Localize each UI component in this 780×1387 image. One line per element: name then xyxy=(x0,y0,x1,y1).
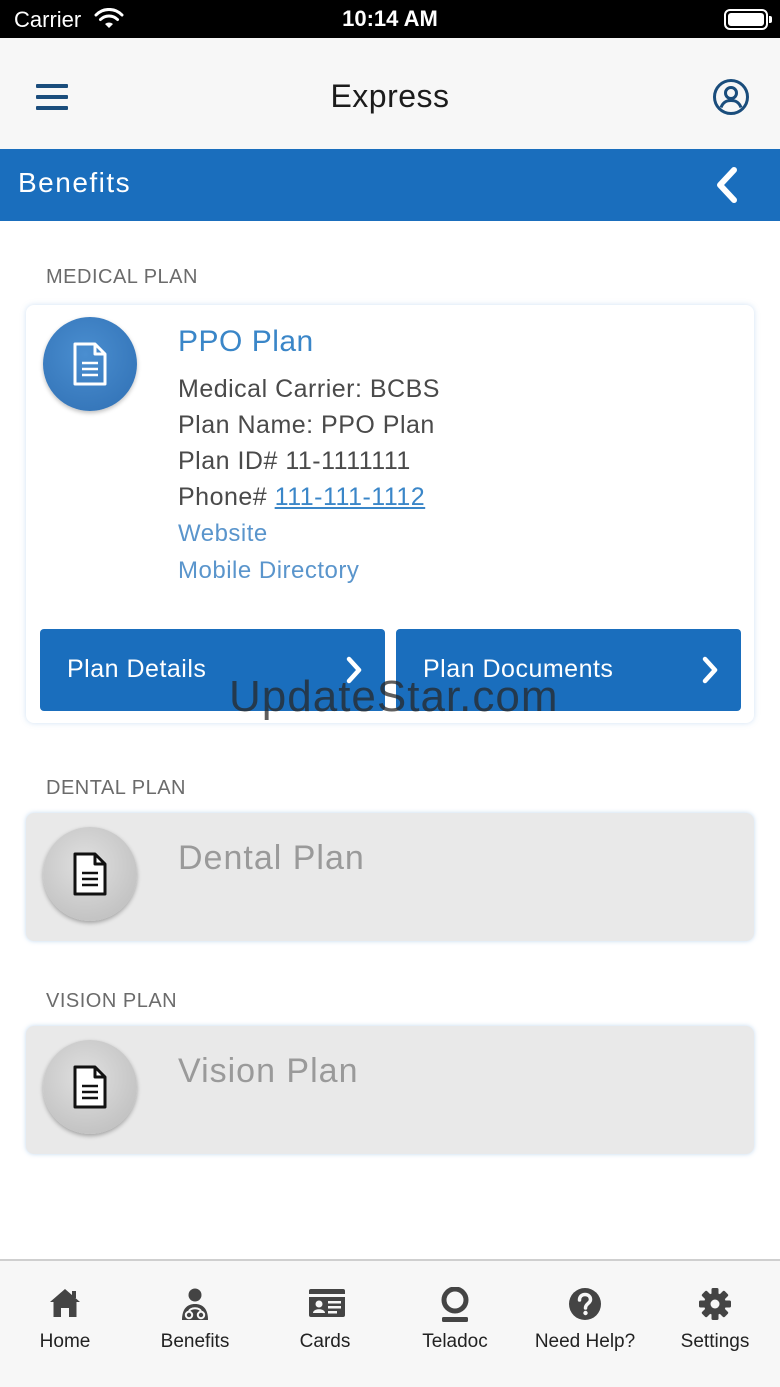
tab-settings[interactable]: Settings xyxy=(650,1261,780,1387)
tab-label: Home xyxy=(39,1331,91,1352)
chevron-left-icon[interactable] xyxy=(712,165,742,205)
dental-plan-title: Dental Plan xyxy=(178,839,365,877)
medical-carrier: Medical Carrier: BCBS xyxy=(178,375,440,403)
plan-name: Plan Name: PPO Plan xyxy=(178,411,435,439)
home-icon xyxy=(50,1289,80,1317)
plan-documents-button[interactable]: Plan Documents xyxy=(396,629,741,711)
tab-label: Benefits xyxy=(160,1331,230,1352)
app-header: Express xyxy=(0,38,780,149)
vision-plan-card[interactable]: Vision Plan xyxy=(26,1026,754,1154)
medical-plan-label: MEDICAL PLAN xyxy=(46,266,198,288)
profile-icon[interactable] xyxy=(712,78,750,116)
page-title: Benefits xyxy=(18,167,132,198)
tab-need-help[interactable]: Need Help? xyxy=(520,1261,650,1387)
plan-avatar xyxy=(43,827,137,921)
plan-details-label: Plan Details xyxy=(67,655,207,683)
benefits-icon xyxy=(182,1288,208,1320)
tab-label: Need Help? xyxy=(534,1331,636,1352)
tab-label: Settings xyxy=(680,1331,750,1352)
chevron-right-icon xyxy=(346,656,362,684)
gear-icon xyxy=(699,1288,731,1320)
plan-avatar xyxy=(43,317,137,411)
status-bar: Carrier 10:14 AM xyxy=(0,0,780,38)
dental-plan-card[interactable]: Dental Plan xyxy=(26,813,754,941)
battery-icon xyxy=(724,9,772,30)
chevron-right-icon xyxy=(702,656,718,684)
tab-label: Teladoc xyxy=(422,1331,488,1352)
tab-label: Cards xyxy=(299,1331,351,1352)
medical-plan-card: PPO Plan Medical Carrier: BCBS Plan Name… xyxy=(26,305,754,723)
cards-icon xyxy=(309,1289,345,1317)
document-icon xyxy=(73,342,107,386)
mobile-directory-link[interactable]: Mobile Directory xyxy=(178,557,359,585)
status-time: 10:14 AM xyxy=(342,6,438,31)
tab-home[interactable]: Home xyxy=(0,1261,130,1387)
app-title: Express xyxy=(330,78,450,114)
plan-documents-label: Plan Documents xyxy=(423,655,614,683)
plan-title: PPO Plan xyxy=(178,325,314,358)
document-icon xyxy=(73,1065,107,1109)
plan-details-button[interactable]: Plan Details xyxy=(40,629,385,711)
phone-row: Phone# 111-111-1112 xyxy=(178,483,425,512)
plan-id: Plan ID# 11-1111111 xyxy=(178,447,411,475)
vision-plan-title: Vision Plan xyxy=(178,1052,359,1090)
phone-link[interactable]: 111-111-1112 xyxy=(275,483,426,511)
document-icon xyxy=(73,852,107,896)
teladoc-icon xyxy=(441,1287,469,1322)
tab-benefits[interactable]: Benefits xyxy=(130,1261,260,1387)
plan-avatar xyxy=(43,1040,137,1134)
help-icon xyxy=(569,1288,601,1320)
tab-cards[interactable]: Cards xyxy=(260,1261,390,1387)
section-bar: Benefits xyxy=(0,149,780,221)
dental-plan-label: DENTAL PLAN xyxy=(46,777,186,799)
website-link[interactable]: Website xyxy=(178,520,268,548)
tab-teladoc[interactable]: Teladoc xyxy=(390,1261,520,1387)
phone-prefix: Phone# xyxy=(178,483,275,511)
tab-bar: Home Benefits Cards Teladoc Need Help? S… xyxy=(0,1259,780,1387)
vision-plan-label: VISION PLAN xyxy=(46,990,178,1012)
